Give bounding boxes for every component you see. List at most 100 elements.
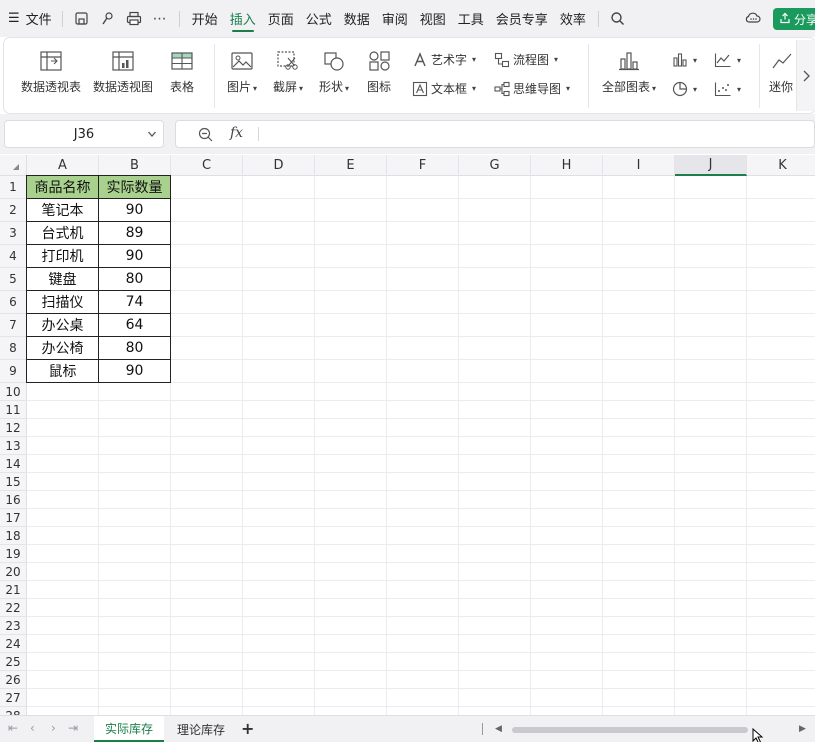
row-header-6[interactable]: 6 <box>0 291 27 314</box>
table-header-cell[interactable]: 商品名称 <box>26 175 99 199</box>
row-header-19[interactable]: 19 <box>0 545 27 563</box>
zoom-icon[interactable] <box>198 127 214 145</box>
tab-home[interactable]: 开始 <box>186 0 224 37</box>
sheet-tab-actual-stock[interactable]: 实际库存 <box>94 716 164 742</box>
select-all-corner[interactable] <box>0 155 27 176</box>
row-header-8[interactable]: 8 <box>0 337 27 360</box>
table-cell[interactable]: 90 <box>98 359 171 383</box>
column-header-e[interactable]: E <box>315 155 387 176</box>
textbox-button[interactable]: 文本框 ▾ <box>412 80 476 97</box>
column-header-i[interactable]: I <box>603 155 675 176</box>
table-cell[interactable]: 键盘 <box>26 267 99 291</box>
spreadsheet-grid[interactable]: ABCDEFGHIJK 1 2 3 4 5 6 7 8 9 10 11 12 13 14 15 16 17 18 1… <box>0 155 815 715</box>
row-header-24[interactable]: 24 <box>0 635 27 653</box>
table-header-cell[interactable]: 实际数量 <box>98 175 171 199</box>
mindmap-button[interactable]: 思维导图 ▾ <box>494 80 570 97</box>
tab-data[interactable]: 数据 <box>338 0 376 37</box>
row-header-18[interactable]: 18 <box>0 527 27 545</box>
row-header-4[interactable]: 4 <box>0 245 27 268</box>
scroll-left-icon[interactable]: ◀ <box>495 724 502 734</box>
row-header-27[interactable]: 27 <box>0 689 27 707</box>
row-header-28[interactable]: 28 <box>0 707 27 715</box>
row-header-23[interactable]: 23 <box>0 617 27 635</box>
pie-chart-button[interactable]: ▾ <box>672 81 697 97</box>
row-header-11[interactable]: 11 <box>0 401 27 419</box>
last-sheet-icon[interactable]: ⇥ <box>68 721 78 735</box>
tab-efficiency[interactable]: 效率 <box>554 0 592 37</box>
table-cell[interactable]: 笔记本 <box>26 198 99 222</box>
column-header-a[interactable]: A <box>27 155 99 176</box>
shape-button[interactable]: 形状 ▾ <box>316 50 352 95</box>
file-menu[interactable]: ☰ 文件 <box>8 0 52 37</box>
table-cell[interactable]: 台式机 <box>26 221 99 245</box>
scroll-right-icon[interactable]: ▶ <box>799 724 806 734</box>
chevron-down-icon[interactable] <box>147 128 157 143</box>
format-painter-icon[interactable] <box>97 8 119 30</box>
save-icon[interactable] <box>71 8 93 30</box>
column-header-k[interactable]: K <box>747 155 815 176</box>
row-header-20[interactable]: 20 <box>0 563 27 581</box>
row-header-9[interactable]: 9 <box>0 360 27 383</box>
print-icon[interactable] <box>123 8 145 30</box>
row-header-10[interactable]: 10 <box>0 383 27 401</box>
sparkline-button[interactable]: 迷你 <box>766 50 796 95</box>
ribbon-scroll-right-button[interactable] <box>796 40 815 111</box>
row-header-12[interactable]: 12 <box>0 419 27 437</box>
table-cell[interactable]: 扫描仪 <box>26 290 99 314</box>
row-header-15[interactable]: 15 <box>0 473 27 491</box>
flowchart-button[interactable]: 流程图 ▾ <box>494 51 558 68</box>
column-header-b[interactable]: B <box>99 155 171 176</box>
search-icon[interactable] <box>607 8 629 30</box>
picture-button[interactable]: 图片 ▾ <box>224 50 260 95</box>
table-cell[interactable]: 打印机 <box>26 244 99 268</box>
icon-button[interactable]: 图标 <box>364 50 394 95</box>
row-header-26[interactable]: 26 <box>0 671 27 689</box>
table-cell[interactable]: 80 <box>98 267 171 291</box>
tab-insert[interactable]: 插入 <box>224 0 262 37</box>
line-chart-button[interactable]: ▾ <box>714 52 741 68</box>
row-header-1[interactable]: 1 <box>0 176 27 199</box>
formula-input[interactable] <box>266 126 806 142</box>
column-header-g[interactable]: G <box>459 155 531 176</box>
row-header-21[interactable]: 21 <box>0 581 27 599</box>
add-sheet-icon[interactable]: + <box>241 721 254 737</box>
tab-view[interactable]: 视图 <box>414 0 452 37</box>
table-button[interactable]: 表格 <box>164 50 200 95</box>
column-chart-button[interactable]: ▾ <box>672 52 697 68</box>
table-cell[interactable]: 90 <box>98 244 171 268</box>
pivot-chart-button[interactable]: 数据透视图 <box>92 50 154 95</box>
column-header-j[interactable]: J <box>675 155 747 176</box>
more-icon[interactable]: ⋯ <box>149 8 171 30</box>
tab-formula[interactable]: 公式 <box>300 0 338 37</box>
pivot-table-button[interactable]: 数据透视表 <box>20 50 82 95</box>
row-header-2[interactable]: 2 <box>0 199 27 222</box>
table-cell[interactable]: 80 <box>98 336 171 360</box>
prev-sheet-icon[interactable]: ‹ <box>30 721 35 735</box>
tab-tools[interactable]: 工具 <box>452 0 490 37</box>
next-sheet-icon[interactable]: › <box>51 721 56 735</box>
row-header-14[interactable]: 14 <box>0 455 27 473</box>
column-header-h[interactable]: H <box>531 155 603 176</box>
screenshot-button[interactable]: 截屏 ▾ <box>270 50 306 95</box>
tab-page[interactable]: 页面 <box>262 0 300 37</box>
sheet-tab-theory-stock[interactable]: 理论库存 <box>166 716 236 742</box>
row-header-7[interactable]: 7 <box>0 314 27 337</box>
row-header-16[interactable]: 16 <box>0 491 27 509</box>
all-charts-button[interactable]: 全部图表 ▾ <box>598 50 660 95</box>
column-header-f[interactable]: F <box>387 155 459 176</box>
fx-icon[interactable]: fx <box>230 125 243 141</box>
tab-member[interactable]: 会员专享 <box>490 0 554 37</box>
row-header-5[interactable]: 5 <box>0 268 27 291</box>
cloud-icon[interactable] <box>744 10 762 30</box>
table-cell[interactable]: 鼠标 <box>26 359 99 383</box>
name-box[interactable]: J36 <box>4 120 164 148</box>
row-header-22[interactable]: 22 <box>0 599 27 617</box>
table-cell[interactable]: 64 <box>98 313 171 337</box>
row-header-25[interactable]: 25 <box>0 653 27 671</box>
table-cell[interactable]: 74 <box>98 290 171 314</box>
column-header-d[interactable]: D <box>243 155 315 176</box>
column-header-c[interactable]: C <box>171 155 243 176</box>
row-header-13[interactable]: 13 <box>0 437 27 455</box>
table-cell[interactable]: 90 <box>98 198 171 222</box>
table-cell[interactable]: 89 <box>98 221 171 245</box>
